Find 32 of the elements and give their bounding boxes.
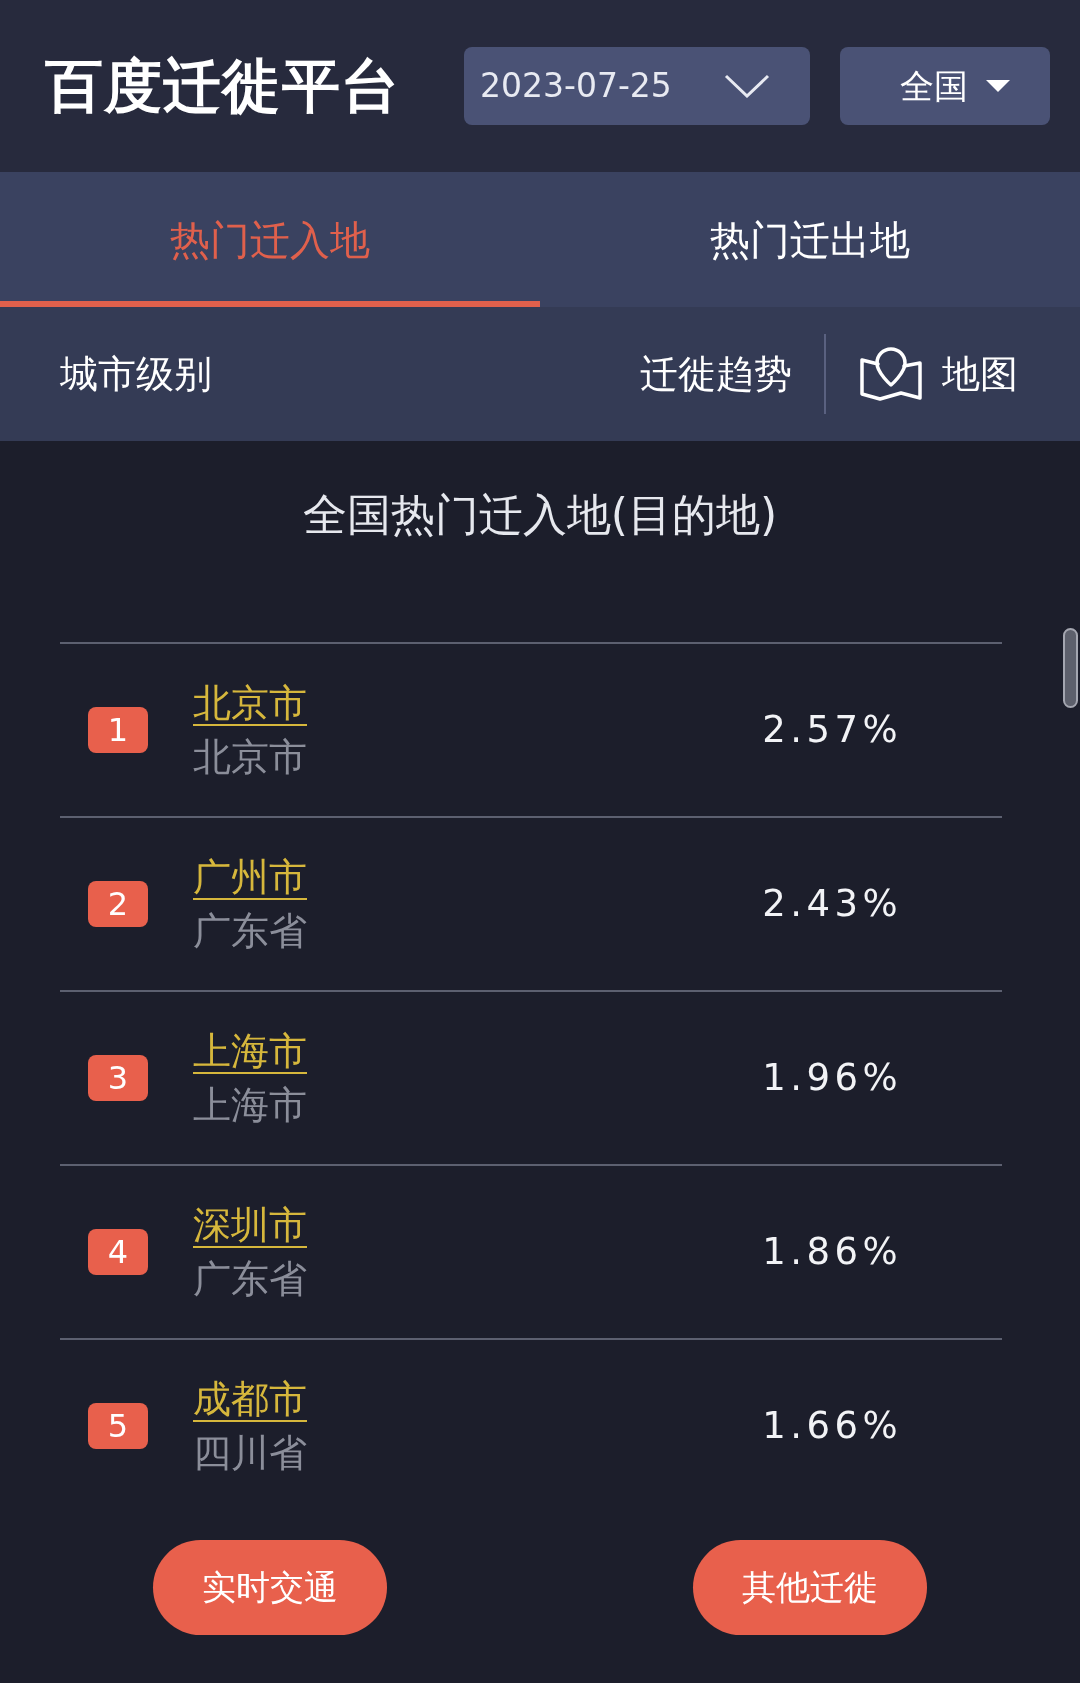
chevron-down-icon (724, 74, 770, 98)
region-select[interactable]: 全国 (840, 47, 1050, 125)
province-label: 广东省 (193, 1256, 307, 1303)
rank-badge: 4 (88, 1229, 148, 1275)
share-value: 2.57% (762, 707, 902, 754)
rank-badge: 3 (88, 1055, 148, 1101)
rank-badge: 1 (88, 707, 148, 753)
province-label: 上海市 (193, 1082, 307, 1129)
city-link[interactable]: 深圳市 (193, 1201, 307, 1249)
city-link[interactable]: 北京市 (193, 679, 307, 727)
tab[interactable]: 热门迁出地 (540, 172, 1080, 307)
city-link[interactable]: 上海市 (193, 1027, 307, 1075)
share-value: 1.66% (762, 1403, 902, 1450)
share-value: 2.43% (762, 881, 902, 928)
caret-down-icon (986, 80, 1010, 92)
province-label: 四川省 (193, 1430, 307, 1477)
date-select[interactable]: 2023-07-25 (464, 47, 810, 125)
province-label: 北京市 (193, 734, 307, 781)
rank-badge: 2 (88, 881, 148, 927)
city-link[interactable]: 广州市 (193, 853, 307, 901)
city-level-button[interactable]: 城市级别 (60, 345, 212, 403)
scrollbar-thumb[interactable] (1063, 628, 1078, 708)
share-value: 1.86% (762, 1229, 902, 1276)
city-link[interactable]: 成都市 (193, 1375, 307, 1423)
share-value: 1.96% (762, 1055, 902, 1102)
rank-badge: 5 (88, 1403, 148, 1449)
trend-button[interactable]: 迁徙趋势 (640, 345, 792, 403)
app-title: 百度迁徙平台 (45, 57, 400, 115)
province-label: 广东省 (193, 908, 307, 955)
map-button[interactable]: 地图 (858, 345, 1018, 403)
list-title: 全国热门迁入地(目的地) (302, 488, 778, 542)
map-pin-icon (858, 346, 924, 402)
